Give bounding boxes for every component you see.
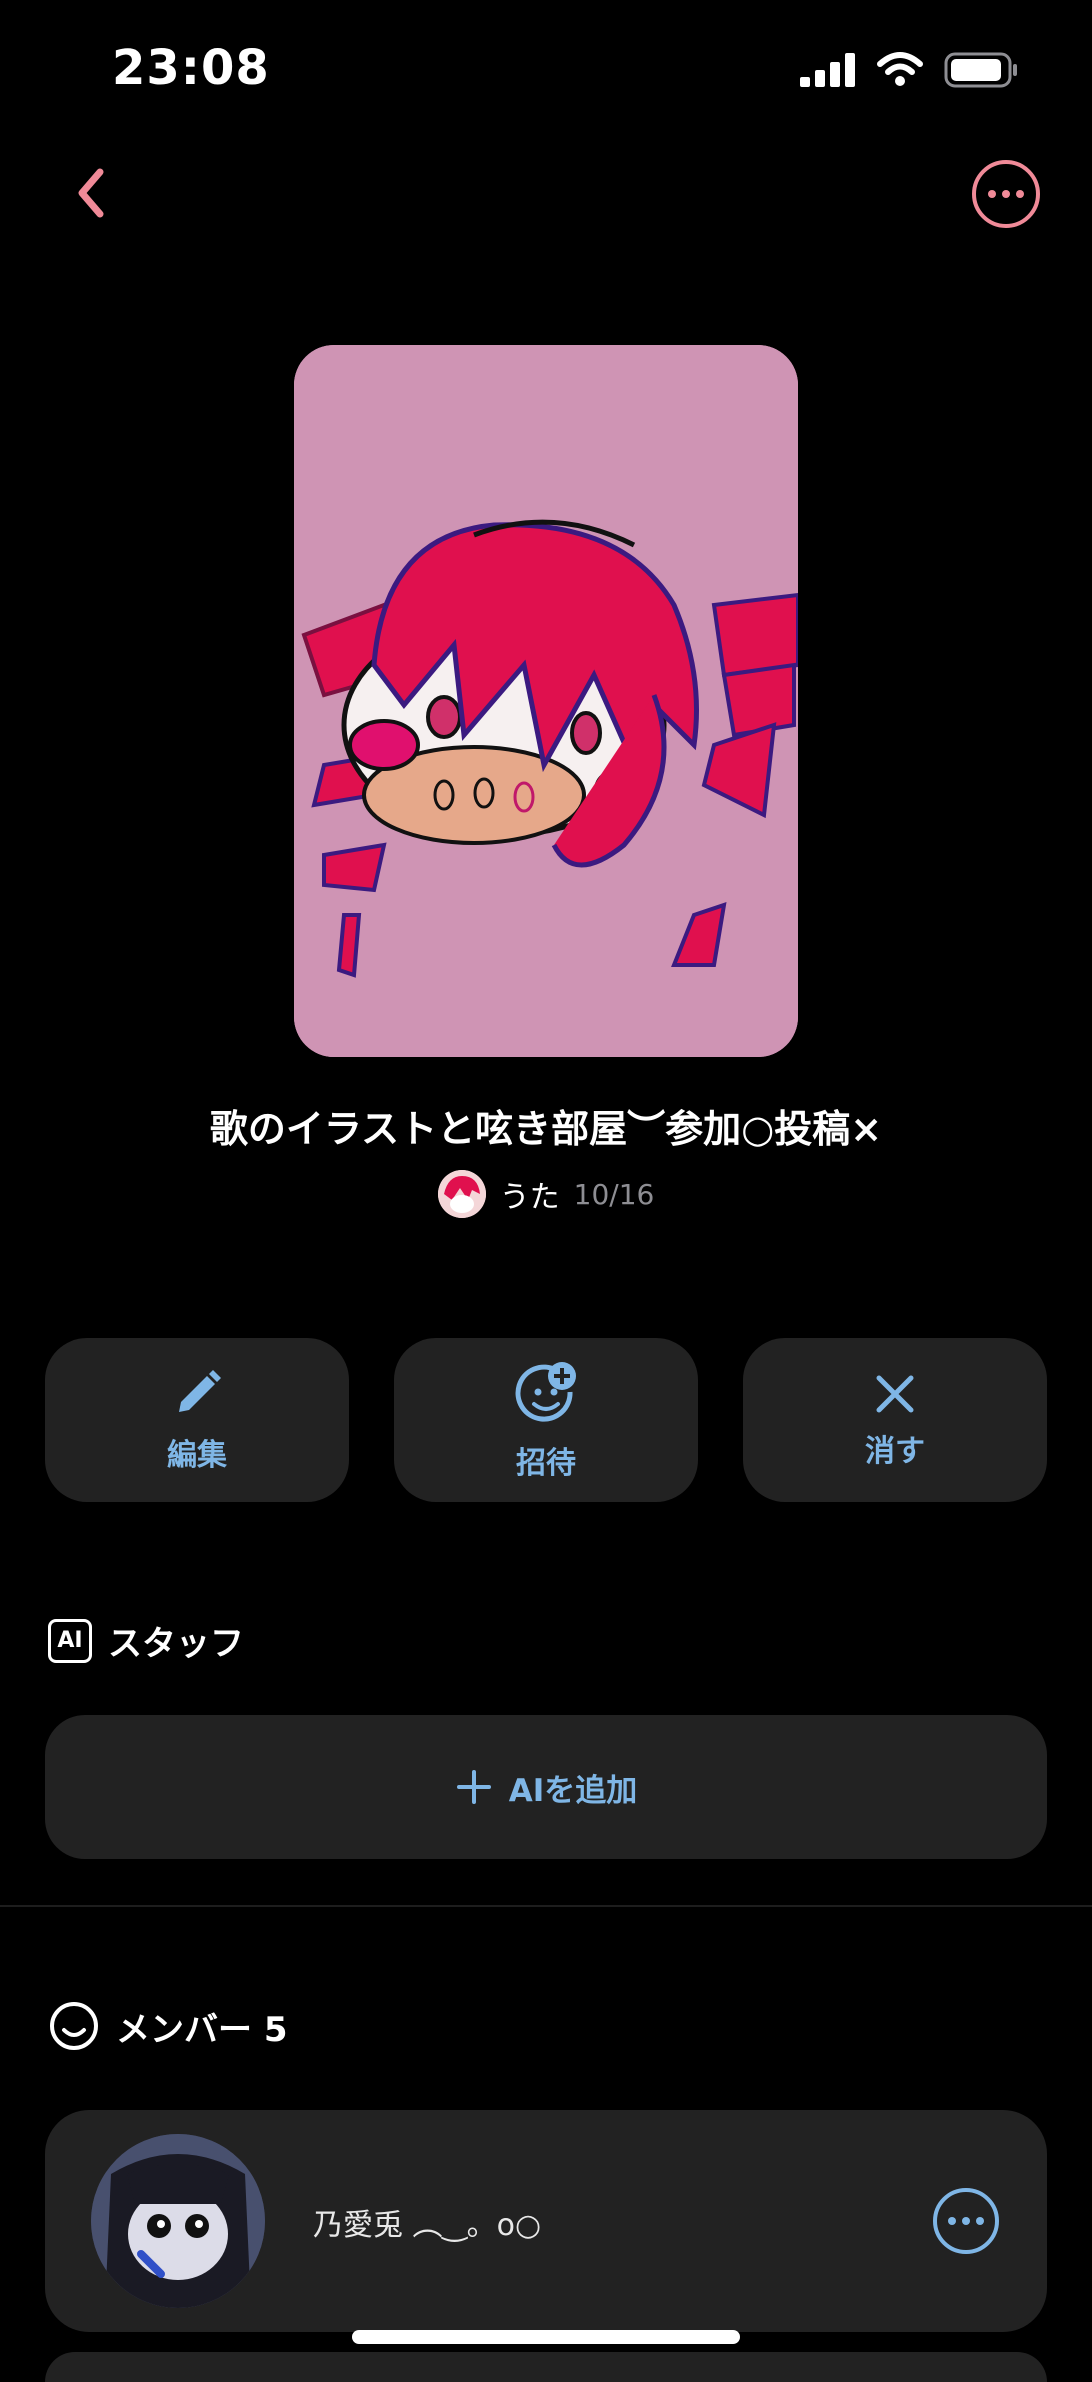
member-more-button[interactable] xyxy=(933,2188,999,2254)
members-heading: メンバー 5 xyxy=(48,2000,288,2052)
member-row-partial[interactable] xyxy=(45,2352,1047,2382)
edit-label: 編集 xyxy=(167,1438,227,1473)
battery-icon xyxy=(944,52,1017,88)
member-row[interactable]: 乃愛兎 ︵‿。o○ xyxy=(45,2110,1047,2332)
owner-avatar[interactable] xyxy=(437,1170,486,1218)
home-indicator[interactable] xyxy=(352,2330,740,2344)
invite-button[interactable]: 招待 xyxy=(394,1338,698,1502)
more-horizontal-icon xyxy=(948,2217,956,2225)
staff-heading-label: スタッフ xyxy=(108,1624,244,1664)
delete-label: 消す xyxy=(865,1434,925,1469)
add-ai-button[interactable]: AIを追加 xyxy=(45,1715,1047,1859)
room-date: 10/16 xyxy=(573,1177,655,1211)
member-name: 乃愛兎 ︵‿。o○ xyxy=(313,2208,542,2243)
edit-button[interactable]: 編集 xyxy=(45,1338,349,1502)
add-ai-label: AIを追加 xyxy=(508,1772,638,1809)
ai-icon: AI xyxy=(48,1618,92,1663)
smile-face-icon xyxy=(50,2002,98,2050)
room-owner[interactable]: うた 10/16 xyxy=(0,1170,1092,1218)
plus-icon xyxy=(456,1770,491,1804)
more-horizontal-icon xyxy=(988,190,996,198)
room-cover-image[interactable] xyxy=(294,345,798,1057)
status-time: 23:08 xyxy=(112,40,270,96)
wifi-icon xyxy=(877,52,923,86)
chevron-left-icon xyxy=(78,168,104,218)
invite-label: 招待 xyxy=(516,1446,576,1481)
close-icon xyxy=(876,1375,914,1413)
staff-heading: AI スタッフ xyxy=(48,1616,244,1665)
invite-face-plus-icon xyxy=(515,1362,576,1422)
delete-button[interactable]: 消す xyxy=(743,1338,1047,1502)
owner-name[interactable]: うた xyxy=(500,1172,560,1216)
status-icons xyxy=(800,52,1018,88)
members-heading-label: メンバー 5 xyxy=(116,2009,288,2050)
more-options-button[interactable] xyxy=(972,160,1040,228)
signal-icon xyxy=(800,53,855,87)
section-divider xyxy=(0,1905,1092,1907)
character-illustration xyxy=(294,345,798,1057)
member-avatar[interactable] xyxy=(91,2134,265,2308)
pencil-icon xyxy=(179,1370,221,1412)
back-button[interactable] xyxy=(66,158,116,228)
room-title: 歌のイラストと呟き部屋︶参加○投稿× xyxy=(209,1107,883,1151)
